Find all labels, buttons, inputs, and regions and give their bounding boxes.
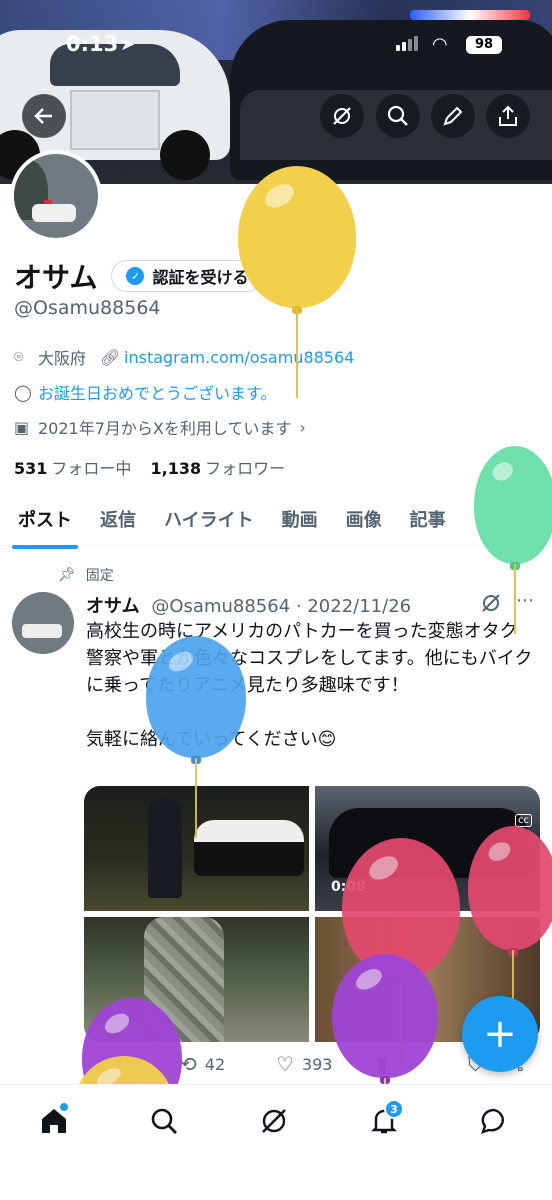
following-link[interactable]: 531 フォロー中: [14, 459, 131, 478]
purple-balloon: [332, 954, 438, 1118]
plus-icon: +: [483, 1011, 517, 1057]
post-author[interactable]: オサム: [86, 596, 140, 617]
tab-highlights[interactable]: ハイライト: [138, 498, 254, 545]
birthday-message[interactable]: お誕生日おめでとうございます。: [38, 380, 276, 404]
blue-balloon: [146, 636, 246, 838]
chevron-right-icon: ›: [299, 417, 306, 437]
edit-button[interactable]: [431, 94, 475, 138]
calendar-icon: ▣: [14, 417, 30, 437]
nav-search-icon: [151, 1108, 177, 1134]
like-count: 393: [301, 1054, 333, 1074]
yellow-balloon: [238, 166, 356, 398]
post-grok-icon[interactable]: [480, 592, 502, 618]
location-pin-icon: ⌾: [14, 347, 24, 366]
tab-posts[interactable]: ポスト: [0, 498, 78, 549]
tab-articles[interactable]: 記事: [384, 498, 446, 545]
nav-grok-icon: [262, 1109, 286, 1133]
location-text: 大阪府: [38, 349, 87, 368]
profile-banner[interactable]: [0, 0, 552, 184]
followers-label: フォロワー: [205, 459, 286, 478]
nav-search[interactable]: [144, 1101, 184, 1141]
compose-button[interactable]: +: [462, 996, 538, 1072]
search-button[interactable]: [376, 94, 420, 138]
link-icon: 🔗︎: [100, 347, 121, 367]
status-time: 0:13: [66, 32, 119, 56]
grok-icon: [333, 107, 351, 125]
signal-icon: [396, 36, 420, 55]
following-label: フォロー中: [51, 459, 132, 478]
share-button[interactable]: [486, 94, 530, 138]
balloon-icon: ◯: [14, 382, 32, 402]
website-link[interactable]: instagram.com/osamu88564: [124, 348, 354, 367]
grok-button[interactable]: [320, 94, 364, 138]
pinned-indicator: 📌︎ 固定: [58, 565, 114, 585]
profile-tabs: ポスト 返信 ハイライト 動画 画像 記事 いいね: [0, 498, 552, 549]
birthday-row: ◯ お誕生日おめでとうございます。: [14, 380, 276, 404]
following-count: 531: [14, 459, 48, 478]
post-more-icon[interactable]: ⋯: [516, 590, 534, 611]
back-arrow-icon: [34, 108, 52, 124]
verified-badge-icon: ✓: [126, 267, 145, 285]
name-row: オサム ✓ 認証を受ける: [14, 256, 264, 296]
banner-lightbar: [410, 10, 530, 20]
closed-caption-icon: cc: [515, 814, 532, 827]
red-balloon-right: [468, 826, 552, 1040]
wifi-icon: ◠: [432, 34, 448, 55]
post-separator: ·: [295, 596, 302, 617]
follow-stats: 531 フォロー中 1,138 フォロワー: [14, 455, 285, 479]
profile-name: オサム: [14, 261, 98, 294]
get-verified-label: 認証を受ける: [152, 268, 249, 287]
nav-home[interactable]: [34, 1101, 74, 1141]
search-icon: [387, 105, 408, 126]
repost-count: 42: [204, 1054, 226, 1074]
like-button[interactable]: ♡ 393: [276, 1052, 332, 1076]
profile-handle: @Osamu88564: [14, 297, 161, 319]
edit-icon: [443, 106, 463, 126]
post-avatar[interactable]: [12, 592, 74, 654]
joined-text: 2021年7月からXを利用しています: [38, 419, 292, 438]
pin-icon: 📌︎: [58, 567, 76, 583]
home-new-dot: [60, 1103, 68, 1111]
message-bubble-icon: [481, 1108, 504, 1134]
pinned-label: 固定: [85, 568, 114, 584]
green-balloon: [474, 446, 552, 634]
repost-button[interactable]: ⟲ 42: [180, 1052, 225, 1076]
share-icon: [499, 105, 517, 126]
post-header: オサム @Osamu88564 · 2022/11/26: [86, 592, 411, 618]
followers-link[interactable]: 1,138 フォロワー: [151, 459, 286, 478]
notification-badge: 3: [384, 1099, 404, 1119]
followers-count: 1,138: [150, 459, 202, 478]
nav-notifications[interactable]: 3: [364, 1099, 404, 1141]
status-bar: 0:13 ➤ ◠ 98: [0, 30, 552, 60]
repost-icon: ⟲: [180, 1052, 197, 1076]
post-handle[interactable]: @Osamu88564: [151, 596, 290, 617]
get-verified-button[interactable]: ✓ 認証を受ける: [111, 260, 264, 292]
profile-avatar[interactable]: [10, 150, 102, 242]
back-button[interactable]: [22, 94, 66, 138]
nav-messages[interactable]: [474, 1101, 514, 1141]
heart-icon: ♡: [276, 1052, 294, 1076]
location-arrow-icon: ➤: [120, 34, 136, 55]
battery-indicator: 98: [466, 36, 502, 54]
bottom-navigation: 3: [0, 1084, 552, 1200]
tab-videos[interactable]: 動画: [256, 498, 318, 545]
tab-images[interactable]: 画像: [320, 498, 382, 545]
joined-row[interactable]: ▣ 2021年7月からXを利用しています ›: [14, 415, 306, 439]
post-date[interactable]: 2022/11/26: [307, 596, 411, 617]
location-row: ⌾ 大阪府 🔗︎ instagram.com/osamu88564: [14, 345, 354, 369]
tab-replies[interactable]: 返信: [74, 498, 136, 545]
nav-grok[interactable]: [254, 1101, 294, 1141]
